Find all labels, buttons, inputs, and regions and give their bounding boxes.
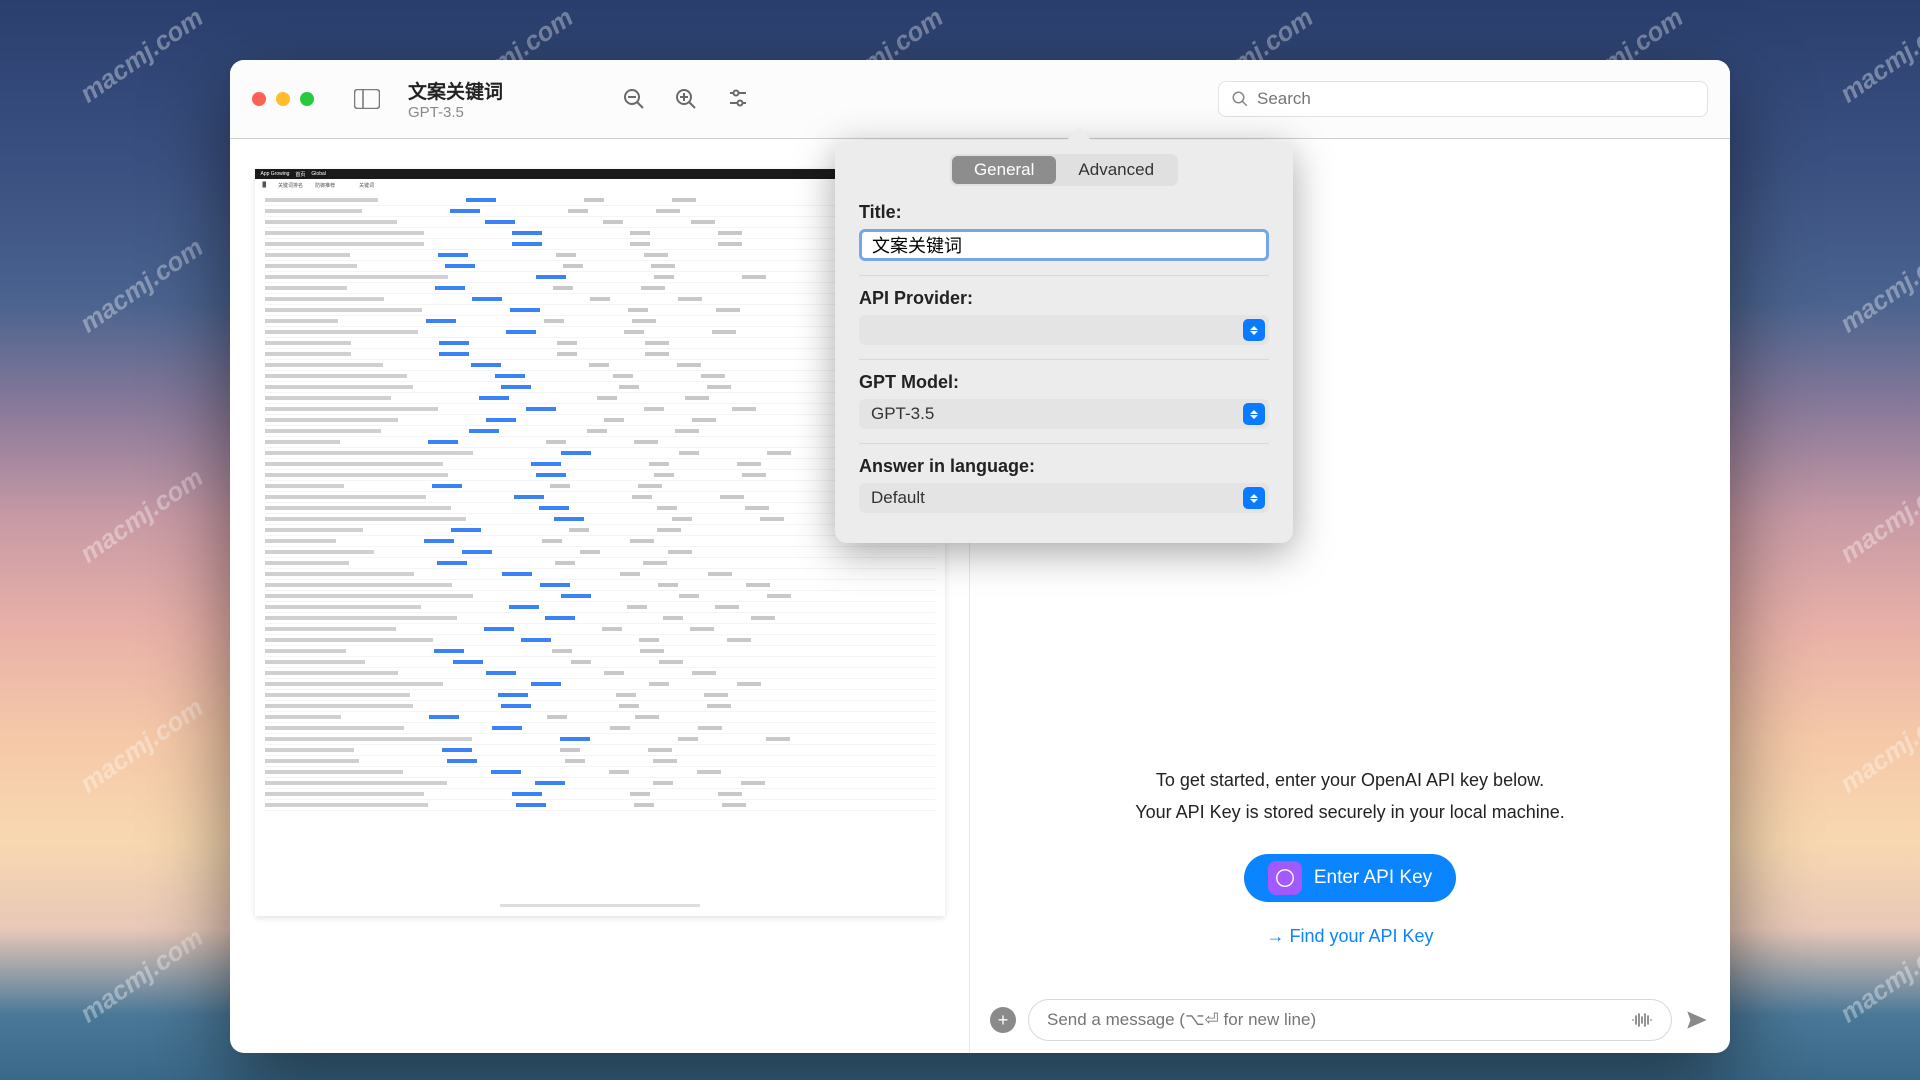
select-indicator-icon — [1243, 403, 1265, 425]
help-line-2: Your API Key is stored securely in your … — [1135, 796, 1565, 828]
title-block: 文案关键词 GPT-3.5 — [408, 77, 503, 121]
select-indicator-icon — [1243, 319, 1265, 341]
voice-input-icon[interactable] — [1631, 1012, 1653, 1028]
sidebar-toggle-icon[interactable] — [354, 89, 380, 109]
add-attachment-button[interactable]: + — [990, 1007, 1016, 1033]
message-box[interactable] — [1028, 999, 1672, 1041]
openai-logo-icon — [1268, 861, 1302, 895]
separator — [859, 359, 1269, 360]
segmented-control: General Advanced — [835, 140, 1293, 196]
send-button[interactable] — [1684, 1007, 1710, 1033]
search-field[interactable] — [1218, 81, 1708, 117]
gpt-model-value: GPT-3.5 — [871, 404, 934, 424]
gpt-model-label: GPT Model: — [859, 372, 1269, 393]
toolbar-center — [521, 87, 852, 111]
zoom-out-icon[interactable] — [622, 87, 646, 111]
separator — [859, 443, 1269, 444]
settings-form: Title: API Provider: GPT Model: GPT-3.5 … — [835, 196, 1293, 543]
api-provider-label: API Provider: — [859, 288, 1269, 309]
gpt-model-select[interactable]: GPT-3.5 — [859, 399, 1269, 429]
window-subtitle: GPT-3.5 — [408, 104, 503, 121]
title-label: Title: — [859, 202, 1269, 223]
api-provider-select[interactable] — [859, 315, 1269, 345]
title-input[interactable] — [859, 229, 1269, 261]
find-api-key-link[interactable]: → Find your API Key — [1266, 926, 1433, 947]
language-select[interactable]: Default — [859, 483, 1269, 513]
help-text: To get started, enter your OpenAI API ke… — [1135, 764, 1565, 828]
fullscreen-window-button[interactable] — [300, 92, 314, 106]
close-window-button[interactable] — [252, 92, 266, 106]
language-value: Default — [871, 488, 925, 508]
message-input[interactable] — [1047, 1010, 1631, 1030]
minimize-window-button[interactable] — [276, 92, 290, 106]
search-icon — [1231, 90, 1249, 108]
tab-advanced[interactable]: Advanced — [1056, 156, 1176, 184]
titlebar: 文案关键词 GPT-3.5 — [230, 60, 1730, 138]
enter-api-key-label: Enter API Key — [1314, 867, 1432, 889]
window-title: 文案关键词 — [408, 77, 503, 104]
search-input[interactable] — [1257, 89, 1695, 109]
language-label: Answer in language: — [859, 456, 1269, 477]
enter-api-key-button[interactable]: Enter API Key — [1244, 854, 1456, 902]
composer: + — [970, 987, 1730, 1053]
settings-popover: General Advanced Title: API Provider: GP… — [835, 140, 1293, 543]
zoom-in-icon[interactable] — [674, 87, 698, 111]
traffic-lights — [252, 92, 314, 106]
tab-general[interactable]: General — [952, 156, 1056, 184]
separator — [859, 275, 1269, 276]
help-line-1: To get started, enter your OpenAI API ke… — [1135, 764, 1565, 796]
select-indicator-icon — [1243, 487, 1265, 509]
settings-icon[interactable] — [726, 87, 750, 111]
